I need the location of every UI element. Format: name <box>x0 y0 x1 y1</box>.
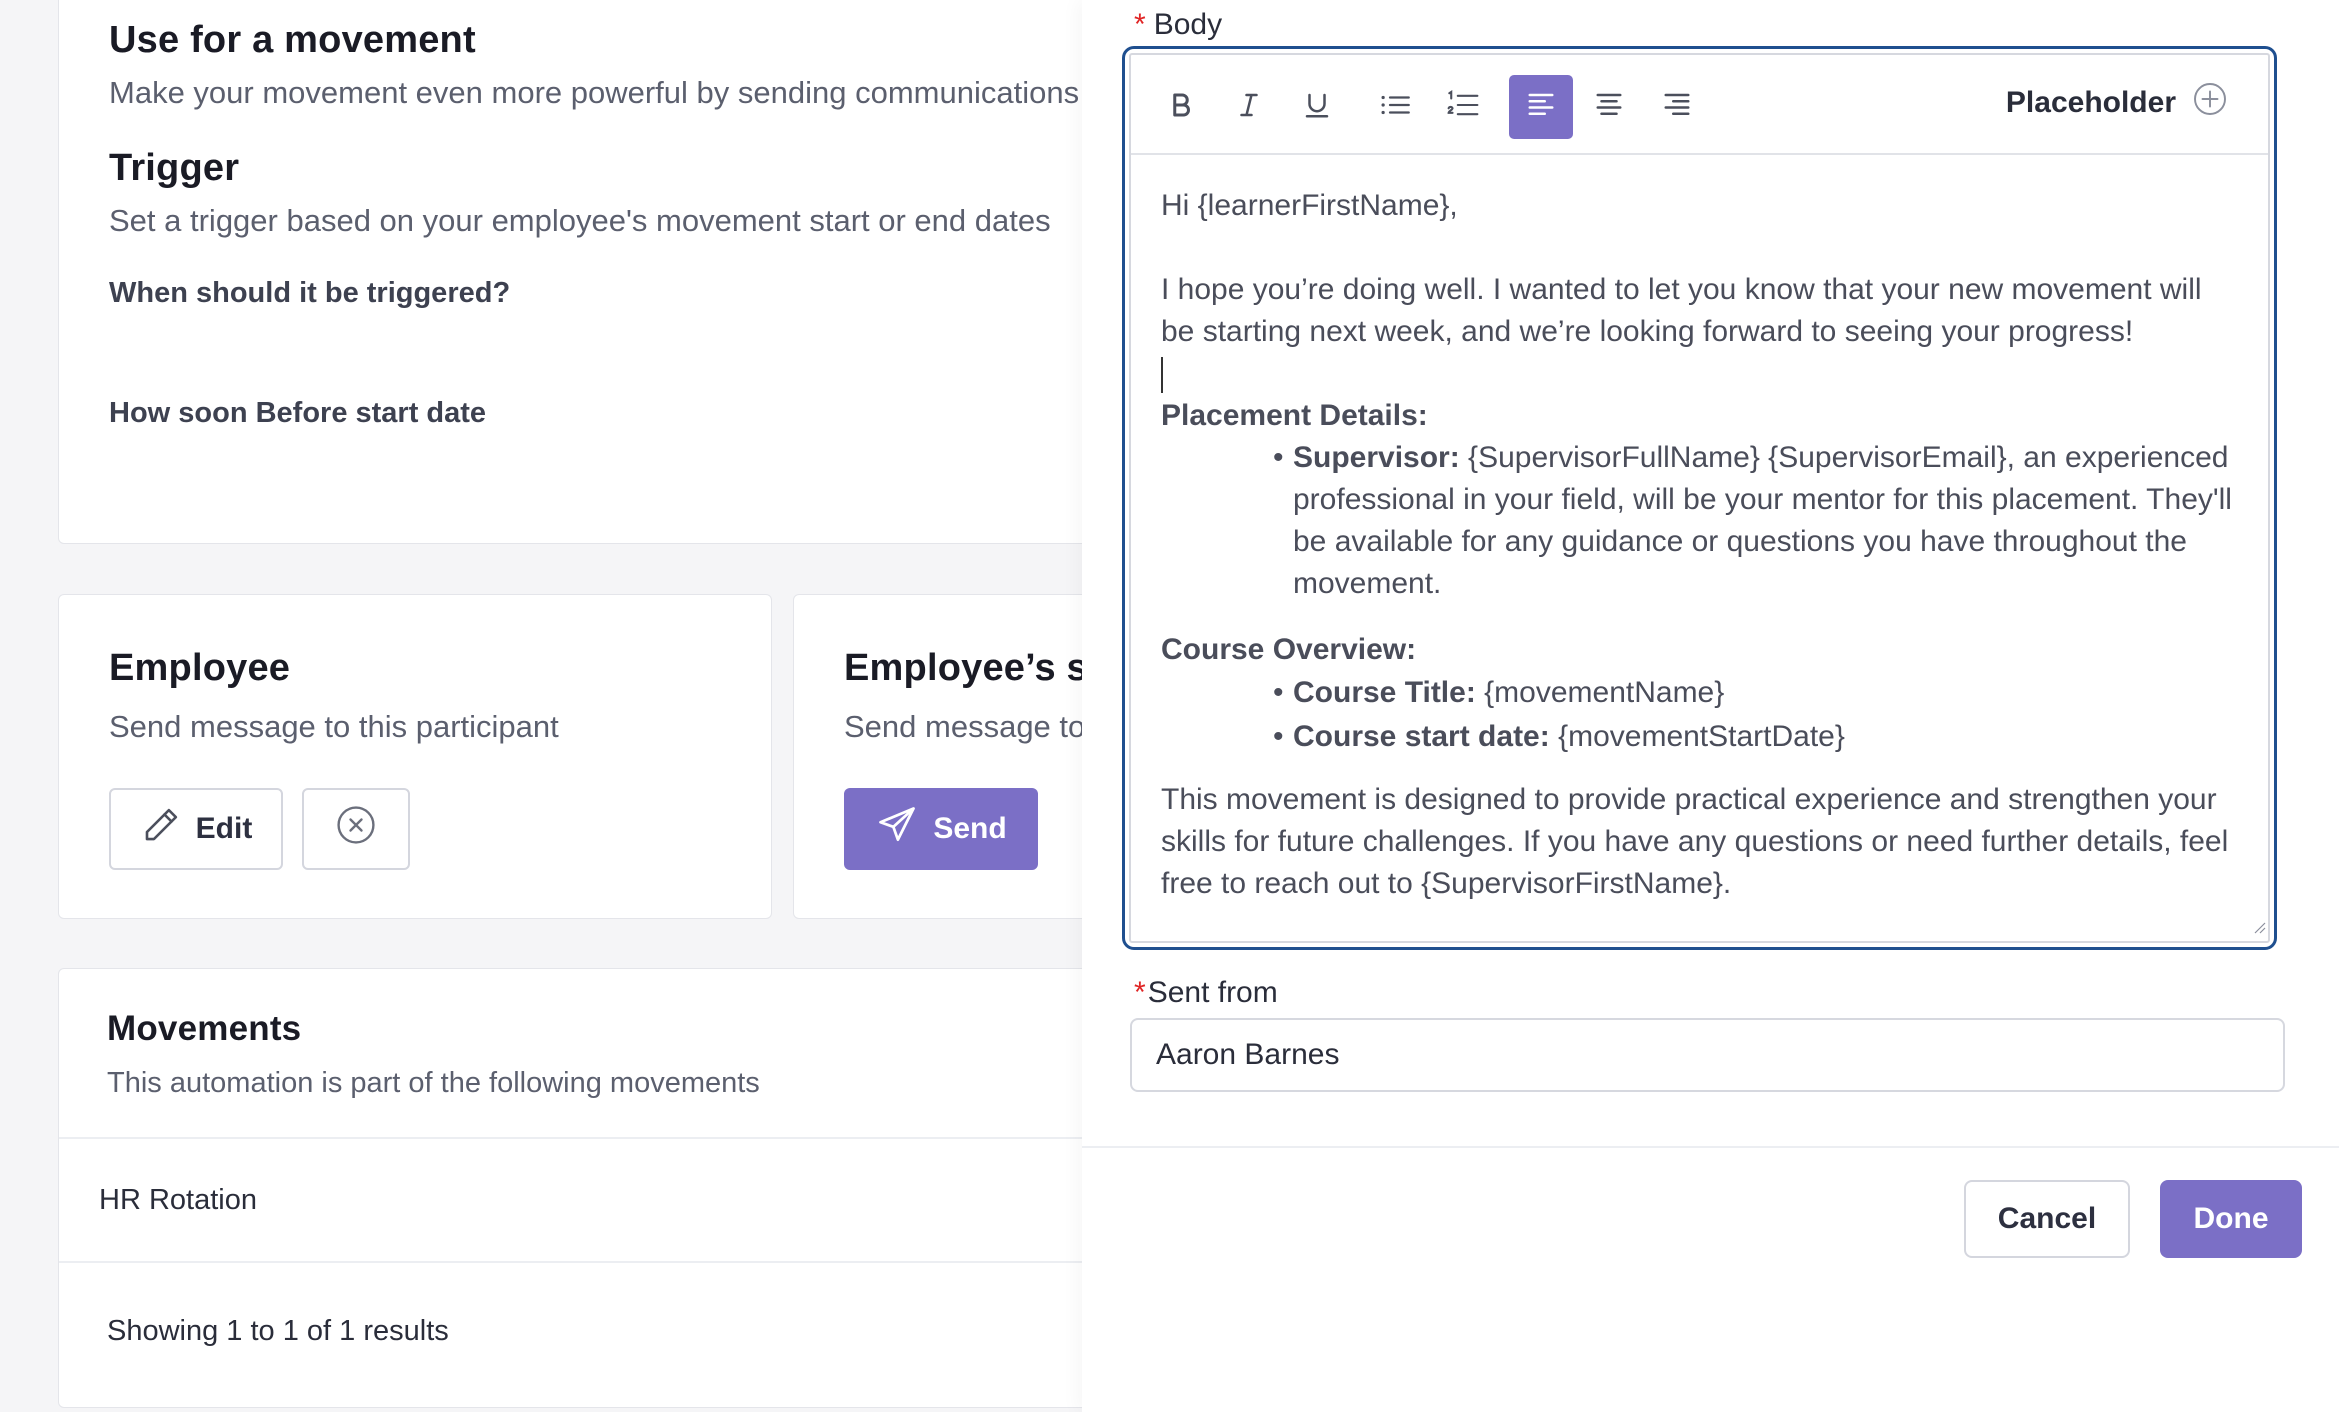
italic-icon <box>1234 90 1264 125</box>
placement-list: Supervisor: {SupervisorFullName} {Superv… <box>1273 437 2238 605</box>
sent-from-field[interactable]: Aaron Barnes <box>1130 1018 2285 1092</box>
use-for-movement-title: Use for a movement <box>109 19 476 61</box>
course-list: Course Title: {movementName} Course star… <box>1273 671 2238 759</box>
send-button-label: Send <box>933 812 1007 845</box>
employee-title: Employee <box>109 647 291 689</box>
placeholder-label: Placeholder <box>2005 86 2176 119</box>
done-button-label: Done <box>2193 1202 2269 1235</box>
trigger-subtitle: Set a trigger based on your employee's m… <box>109 203 1051 238</box>
employee-card: Employee Send message to this participan… <box>58 594 772 919</box>
align-left-button[interactable] <box>1509 75 1573 139</box>
bullet-list-icon <box>1378 90 1412 125</box>
bold-icon <box>1166 90 1196 125</box>
pencil-icon <box>140 804 182 854</box>
cancel-button-label: Cancel <box>1997 1202 2097 1235</box>
bullet-list-button[interactable] <box>1363 75 1427 139</box>
movements-subtitle: This automation is part of the following… <box>107 1067 760 1099</box>
underline-button[interactable] <box>1285 75 1349 139</box>
close-circle-icon <box>334 803 378 855</box>
placeholder-button[interactable]: Placeholder <box>2006 81 2228 125</box>
send-button[interactable]: Send <box>844 788 1038 870</box>
editor-content[interactable]: Hi {learnerFirstName}, I hope you’re doi… <box>1161 185 2238 905</box>
list-item: Course Title: {movementName} <box>1273 671 2238 715</box>
when-triggered-label: When should it be triggered? <box>109 277 511 309</box>
align-center-icon <box>1592 90 1626 125</box>
closing-text: This movement is designed to provide pra… <box>1161 783 2229 900</box>
done-button[interactable]: Done <box>2160 1180 2302 1258</box>
body-editor[interactable]: Placeholder Hi {learnerFirstName}, I hop… <box>1122 46 2277 950</box>
add-circle-icon <box>2192 81 2228 125</box>
align-center-button[interactable] <box>1577 75 1641 139</box>
movement-name: HR Rotation <box>99 1183 257 1216</box>
greeting-text: Hi {learnerFirstName}, <box>1161 189 1458 222</box>
supervisor-title: Employee’s su <box>844 647 1112 689</box>
movements-title: Movements <box>107 1009 302 1048</box>
footer-divider <box>1082 1146 2339 1148</box>
align-right-button[interactable] <box>1645 75 1709 139</box>
required-mark: * <box>1134 976 1146 1009</box>
align-right-icon <box>1660 90 1694 125</box>
list-item: Course start date: {movementStartDate} <box>1273 715 2238 759</box>
body-label: * Body <box>1134 8 1223 41</box>
divider <box>59 1261 1177 1263</box>
paper-plane-icon <box>875 803 919 855</box>
use-for-movement-subtitle: Make your movement even more powerful by… <box>109 75 1080 110</box>
resize-handle-icon[interactable] <box>2250 918 2266 939</box>
trigger-title: Trigger <box>109 147 240 189</box>
pagination-results: Showing 1 to 1 of 1 results <box>107 1315 449 1347</box>
supervisor-subtitle: Send message to <box>844 709 1086 744</box>
text-cursor <box>1161 353 2238 395</box>
course-heading: Course Overview: <box>1161 633 1417 666</box>
employee-subtitle: Send message to this participant <box>109 709 559 744</box>
underline-icon <box>1302 90 1332 125</box>
required-mark: * <box>1134 8 1146 41</box>
edit-button[interactable]: Edit <box>109 788 283 870</box>
how-soon-label: How soon Before start date <box>109 397 487 429</box>
table-row[interactable]: HR Rotation <box>59 1139 1177 1261</box>
placement-heading: Placement Details: <box>1161 399 1428 432</box>
sent-from-label: *Sent from <box>1134 976 1278 1009</box>
trigger-card: Use for a movement Make your movement ev… <box>58 0 1178 544</box>
cancel-button[interactable]: Cancel <box>1964 1180 2130 1258</box>
numbered-list-icon <box>1446 89 1480 126</box>
movements-card: Movements This automation is part of the… <box>58 968 1178 1408</box>
italic-button[interactable] <box>1217 75 1281 139</box>
numbered-list-button[interactable] <box>1431 75 1495 139</box>
bold-button[interactable] <box>1149 75 1213 139</box>
remove-button[interactable] <box>302 788 410 870</box>
list-item: Supervisor: {SupervisorFullName} {Superv… <box>1273 437 2238 605</box>
sent-from-value: Aaron Barnes <box>1156 1038 1340 1071</box>
edit-message-panel: * Body Placeholder Hi {learnerFirstName}… <box>1082 0 2339 1412</box>
intro-text: I hope you’re doing well. I wanted to le… <box>1161 273 2202 348</box>
editor-toolbar: Placeholder <box>1131 55 2268 155</box>
edit-button-label: Edit <box>195 812 253 845</box>
align-left-icon <box>1524 90 1558 125</box>
